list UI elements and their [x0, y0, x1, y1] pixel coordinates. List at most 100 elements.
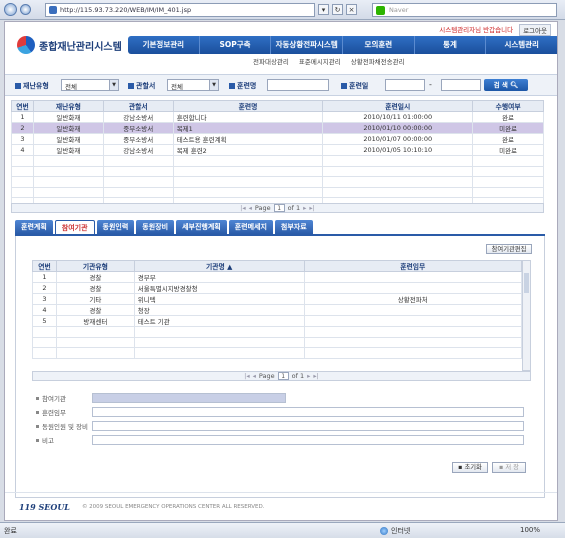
cell: 경찰 [55, 271, 135, 283]
tab-attachments[interactable]: 첨부자료 [274, 220, 313, 234]
mission-field[interactable] [92, 407, 524, 417]
resources-field[interactable] [92, 421, 524, 431]
zoom-level[interactable]: 100% [520, 526, 540, 534]
chevron-down-icon: ▼ [209, 80, 218, 90]
subnav-target[interactable]: 전파대상관리 [253, 56, 289, 66]
empty-row [11, 165, 544, 177]
cell: 방재센터 [55, 315, 135, 327]
tab-detailed-plan[interactable]: 세부진행계획 [176, 220, 227, 234]
cell: 중부소방서 [102, 122, 174, 134]
nav-mock-training[interactable]: 모의훈련 [343, 36, 415, 54]
table-row[interactable]: 1 일반화재 강남소방서 훈련합니다 2010/10/11 01:00:00 완… [11, 111, 544, 123]
save-button[interactable]: ▪ 저 장 [492, 462, 526, 473]
cell: 복제1 [172, 122, 324, 134]
tab-equipment[interactable]: 동원장비 [136, 220, 175, 234]
cell: 1 [11, 111, 34, 123]
logout-button[interactable]: 로그아웃 [519, 24, 551, 36]
search-bar: 재난유형 전체 ▼ 관할서 전체 ▼ 훈련명 훈련일 - 검 색 🔍︎ [5, 74, 557, 96]
nav-sop[interactable]: SOP구축 [200, 36, 272, 54]
cell [303, 271, 522, 283]
tab-participants[interactable]: 참여기관 [54, 220, 95, 234]
table-row[interactable]: 2 경찰 서울특별시지방경찰청 [32, 282, 522, 294]
table-row-selected[interactable]: 2 일반화재 중부소방서 복제1 2010/01/10 00:00:00 미완료 [11, 122, 544, 134]
org-label: 관할서 [128, 81, 155, 91]
cell: 4 [32, 304, 57, 316]
table-row[interactable]: 4 경찰 청장 [32, 304, 522, 316]
col-header[interactable]: 기관유형 [55, 260, 135, 272]
date-to-input[interactable] [441, 79, 481, 91]
prev-page-icon[interactable]: ◂ [253, 372, 256, 380]
table-header: 연번 재난유형 관할서 훈련명 훈련일시 수행여부 [11, 100, 544, 112]
page-of-label: of 1 [291, 372, 305, 380]
dropdown-icon[interactable]: ▾ [318, 4, 329, 15]
disaster-type-select[interactable]: 전체 ▼ [61, 79, 119, 91]
subnav-message[interactable]: 표준메시지관리 [299, 56, 341, 66]
stop-icon[interactable]: × [346, 4, 357, 15]
col-header[interactable]: 재난유형 [32, 100, 104, 112]
table-row[interactable]: 4 일반화재 강남소방서 복제 훈련2 2010/01/05 10:10:10 … [11, 144, 544, 156]
prev-page-icon[interactable]: ◂ [249, 204, 252, 212]
search-button[interactable]: 검 색 🔍︎ [484, 79, 528, 91]
participants-scrollbar[interactable] [522, 260, 531, 371]
col-header[interactable]: 훈련일시 [322, 100, 474, 112]
reset-button[interactable]: ▪ 초기화 [452, 462, 488, 473]
col-header[interactable]: 수행여부 [472, 100, 544, 112]
cell: 청장 [133, 304, 305, 316]
last-page-icon[interactable]: ▸| [313, 372, 318, 380]
last-page-icon[interactable]: ▸| [309, 204, 314, 212]
refresh-icon[interactable]: ↻ [332, 4, 343, 15]
tab-training-plan[interactable]: 훈련계획 [15, 220, 53, 234]
logo-mark-icon [17, 36, 35, 54]
address-bar[interactable]: http://115.93.73.220/WEB/IM/IM_401.jsp [45, 3, 315, 17]
col-header[interactable]: 관할서 [102, 100, 174, 112]
nav-basic-info[interactable]: 기본정보관리 [128, 36, 200, 54]
cell: 중부소방서 [102, 133, 174, 145]
col-header[interactable]: 연번 [32, 260, 57, 272]
training-table: 연번 재난유형 관할서 훈련명 훈련일시 수행여부 1 일반화재 강남소방서 훈… [11, 100, 544, 209]
scroll-thumb[interactable] [524, 273, 529, 293]
empty-row [11, 176, 544, 188]
globe-icon [380, 527, 388, 535]
edit-participants-button[interactable]: 참여기관편집 [486, 244, 532, 254]
col-header[interactable]: 훈련임무 [303, 260, 522, 272]
cell: 서울특별시지방경찰청 [133, 282, 305, 294]
next-page-icon[interactable]: ▸ [303, 204, 306, 212]
table-row[interactable]: 3 기타 위니텍 상황전파처 [32, 293, 522, 305]
forward-icon[interactable] [20, 4, 31, 15]
form-label-resources: 동원인원 및 장비 [36, 421, 88, 431]
org-select[interactable]: 전체 ▼ [167, 79, 219, 91]
cell: 1 [32, 271, 57, 283]
next-page-icon[interactable]: ▸ [307, 372, 310, 380]
first-page-icon[interactable]: |◂ [244, 372, 249, 380]
cell: 위니텍 [133, 293, 305, 305]
training-name-input[interactable] [267, 79, 329, 91]
nav-system-admin[interactable]: 시스템관리 [486, 36, 557, 54]
first-page-icon[interactable]: |◂ [240, 204, 245, 212]
table-header: 연번 기관유형 기관명 ▲ 훈련임무 [32, 260, 522, 272]
nav-statistics[interactable]: 통계 [415, 36, 487, 54]
subnav-dispatch[interactable]: 상황전파채전송관리 [351, 56, 405, 66]
page-input[interactable]: 1 [273, 204, 285, 212]
cell: 일반화재 [32, 144, 104, 156]
page-input[interactable]: 1 [277, 372, 289, 380]
cell: 강남소방서 [102, 144, 174, 156]
app-logo[interactable]: 종합재난관리시스템 [17, 34, 122, 56]
table-row[interactable]: 5 방재센터 테스트 기관 [32, 315, 522, 327]
col-header[interactable]: 연번 [11, 100, 34, 112]
note-field[interactable] [92, 435, 524, 445]
sub-nav: 전파대상관리 표준메시지관리 상황전파채전송관리 [253, 56, 405, 66]
col-header[interactable]: 기관명 ▲ [133, 260, 305, 272]
tab-training-message[interactable]: 훈련메세지 [228, 220, 273, 234]
date-from-input[interactable] [385, 79, 425, 91]
training-date-label: 훈련일 [341, 81, 368, 91]
col-header[interactable]: 훈련명 [172, 100, 324, 112]
nav-auto-dispatch[interactable]: 자동상황전파시스템 [271, 36, 344, 54]
table-row[interactable]: 3 일반화재 중부소방서 테스트용 훈련계획 2010/01/07 00:00:… [11, 133, 544, 145]
empty-row [32, 326, 522, 338]
browser-search-box[interactable]: Naver [372, 3, 557, 17]
tab-personnel[interactable]: 동원인력 [96, 220, 135, 234]
status-text: 완료 [4, 527, 17, 535]
disaster-type-label: 재난유형 [15, 81, 49, 91]
table-row[interactable]: 1 경찰 경부부 [32, 271, 522, 283]
back-icon[interactable] [4, 3, 17, 16]
